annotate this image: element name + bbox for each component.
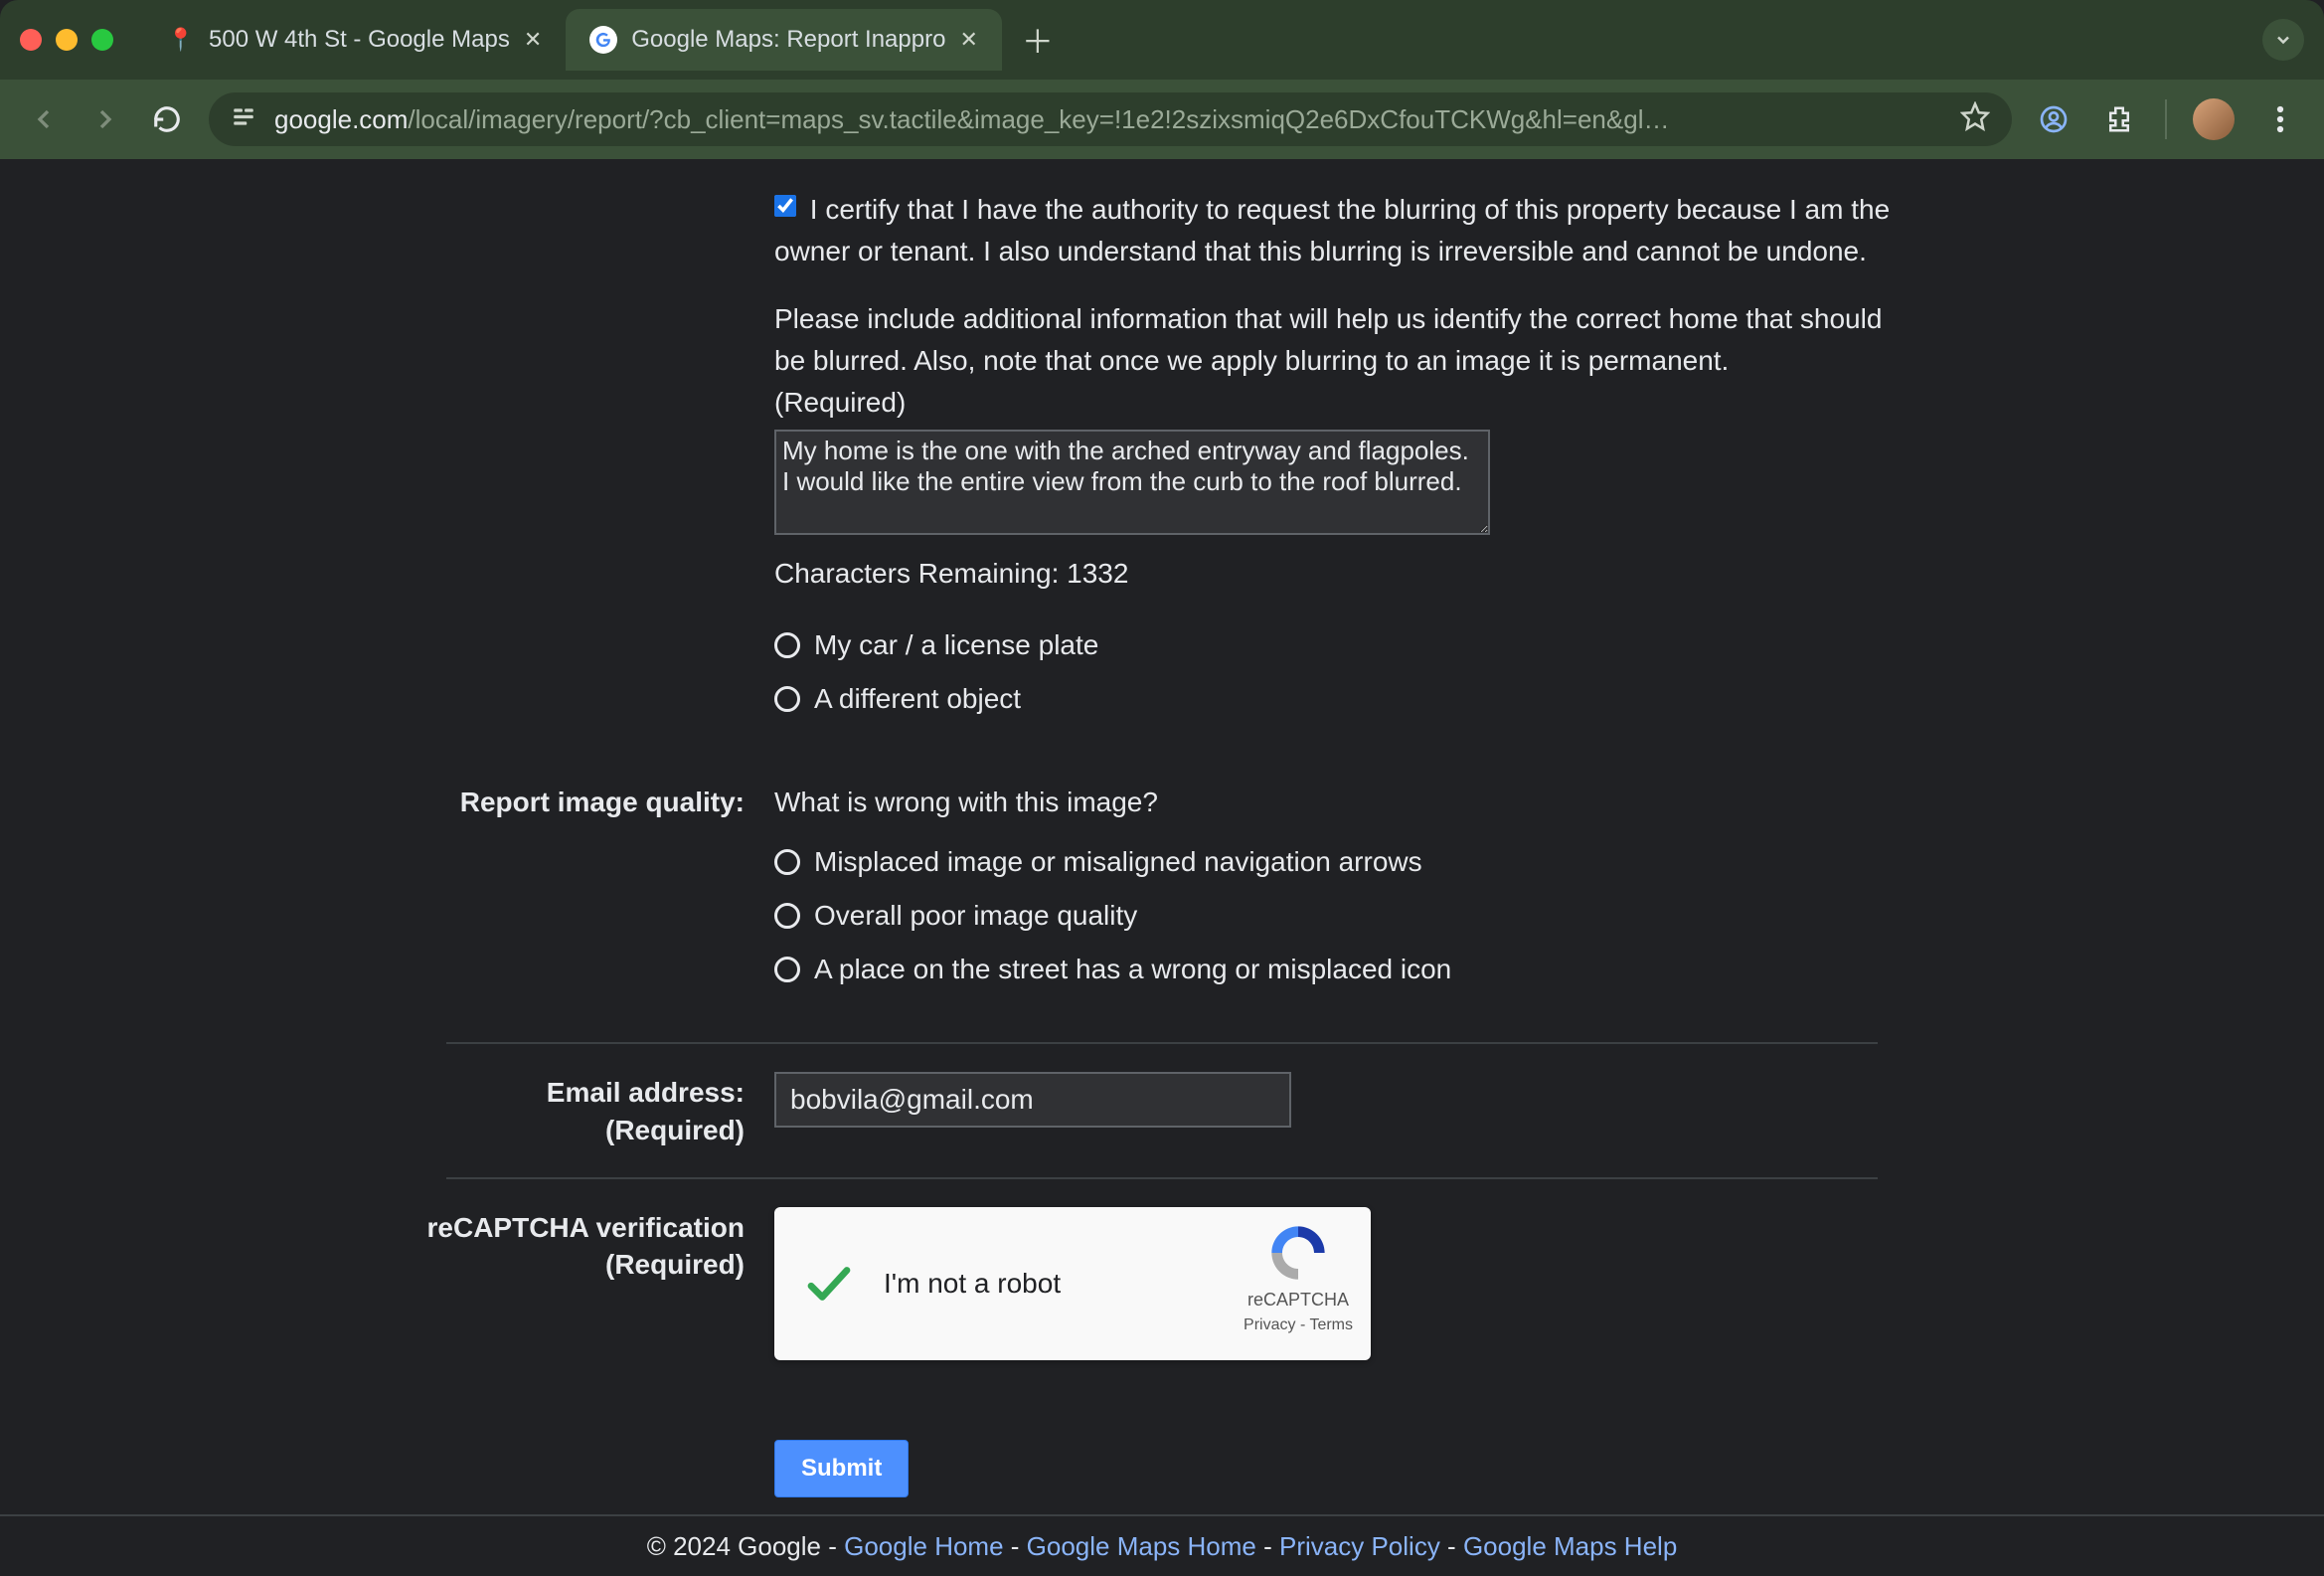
radio-input[interactable] xyxy=(774,686,800,712)
required-label: (Required) xyxy=(774,382,1908,424)
tab-report[interactable]: Google Maps: Report Inappro ✕ xyxy=(566,9,1002,71)
certify-text: I certify that I have the authority to r… xyxy=(774,194,1890,266)
recaptcha-logo-icon xyxy=(1266,1221,1330,1285)
quality-question: What is wrong with this image? xyxy=(774,782,1908,823)
footer-link-maps-help[interactable]: Google Maps Help xyxy=(1463,1531,1677,1562)
quality-section-label: Report image quality: xyxy=(407,782,745,1002)
radio-input[interactable] xyxy=(774,632,800,658)
profile-badge-icon[interactable] xyxy=(2034,99,2074,139)
forward-button[interactable] xyxy=(85,99,125,139)
browser-toolbar: google.com/local/imagery/report/?cb_clie… xyxy=(0,80,2324,159)
footer-link-privacy[interactable]: Privacy Policy xyxy=(1279,1531,1440,1562)
blur-radio-group: My car / a license plate A different obj… xyxy=(774,624,1908,720)
radio-input[interactable] xyxy=(774,903,800,929)
recaptcha-text: I'm not a robot xyxy=(884,1263,1061,1305)
url-text: google.com/local/imagery/report/?cb_clie… xyxy=(274,104,1942,135)
window-maximize-button[interactable] xyxy=(91,29,113,51)
user-avatar[interactable] xyxy=(2193,98,2235,140)
recaptcha-branding: reCAPTCHA Privacy - Terms xyxy=(1244,1221,1353,1337)
recaptcha-widget[interactable]: I'm not a robot reCAPTCHA Privacy - Term… xyxy=(774,1207,1371,1360)
tabs-dropdown-button[interactable] xyxy=(2262,19,2304,61)
radio-label: A place on the street has a wrong or mis… xyxy=(814,949,1451,990)
radio-poor-quality[interactable]: Overall poor image quality xyxy=(774,895,1908,937)
radio-label: My car / a license plate xyxy=(814,624,1098,666)
quality-radio-group: Misplaced image or misaligned navigation… xyxy=(774,841,1908,990)
google-favicon-icon xyxy=(589,26,617,54)
radio-label: A different object xyxy=(814,678,1021,720)
radio-misplaced-image[interactable]: Misplaced image or misaligned navigation… xyxy=(774,841,1908,883)
submit-button[interactable]: Submit xyxy=(774,1440,909,1497)
tab-close-icon[interactable]: ✕ xyxy=(959,27,977,53)
window-close-button[interactable] xyxy=(20,29,42,51)
browser-tab-strip: 📍 500 W 4th St - Google Maps ✕ Google Ma… xyxy=(0,0,2324,80)
tabs-container: 📍 500 W 4th St - Google Maps ✕ Google Ma… xyxy=(143,0,2262,80)
site-settings-icon[interactable] xyxy=(231,103,256,136)
menu-kebab-icon[interactable] xyxy=(2260,99,2300,139)
maps-pin-icon: 📍 xyxy=(167,26,195,54)
reload-button[interactable] xyxy=(147,99,187,139)
tab-title: 500 W 4th St - Google Maps xyxy=(209,26,510,54)
copyright-text: © 2024 Google xyxy=(647,1531,821,1562)
checkmark-icon xyxy=(802,1257,856,1311)
radio-my-car[interactable]: My car / a license plate xyxy=(774,624,1908,666)
radio-input[interactable] xyxy=(774,957,800,982)
footer-link-google-home[interactable]: Google Home xyxy=(844,1531,1003,1562)
footer-link-maps-home[interactable]: Google Maps Home xyxy=(1027,1531,1256,1562)
certify-checkbox[interactable] xyxy=(774,195,796,217)
page-content: I certify that I have the authority to r… xyxy=(0,159,2324,1576)
page-footer: © 2024 Google - Google Home - Google Map… xyxy=(0,1514,2324,1576)
extensions-icon[interactable] xyxy=(2099,99,2139,139)
new-tab-button[interactable]: ＋ xyxy=(1018,17,1058,63)
characters-remaining: Characters Remaining: 1332 xyxy=(774,553,1908,595)
recaptcha-terms-link[interactable]: Terms xyxy=(1309,1316,1353,1333)
window-minimize-button[interactable] xyxy=(56,29,78,51)
toolbar-divider xyxy=(2165,99,2167,139)
additional-info-textarea[interactable] xyxy=(774,430,1490,535)
section-divider xyxy=(446,1042,1878,1044)
section-divider xyxy=(446,1177,1878,1179)
additional-info-instructions: Please include additional information th… xyxy=(774,298,1908,382)
email-input[interactable] xyxy=(774,1072,1291,1128)
tab-title: Google Maps: Report Inappro xyxy=(631,26,945,54)
email-label: Email address: (Required) xyxy=(407,1072,745,1149)
address-bar[interactable]: google.com/local/imagery/report/?cb_clie… xyxy=(209,92,2012,146)
radio-label: Overall poor image quality xyxy=(814,895,1137,937)
recaptcha-privacy-link[interactable]: Privacy xyxy=(1244,1316,1295,1333)
radio-label: Misplaced image or misaligned navigation… xyxy=(814,841,1422,883)
window-controls xyxy=(20,29,113,51)
radio-input[interactable] xyxy=(774,849,800,875)
back-button[interactable] xyxy=(24,99,64,139)
tab-maps[interactable]: 📍 500 W 4th St - Google Maps ✕ xyxy=(143,9,566,71)
radio-wrong-icon[interactable]: A place on the street has a wrong or mis… xyxy=(774,949,1908,990)
tab-close-icon[interactable]: ✕ xyxy=(524,27,542,53)
bookmark-star-icon[interactable] xyxy=(1960,101,1990,138)
recaptcha-label: reCAPTCHA verification (Required) xyxy=(407,1207,745,1360)
radio-different-object[interactable]: A different object xyxy=(774,678,1908,720)
